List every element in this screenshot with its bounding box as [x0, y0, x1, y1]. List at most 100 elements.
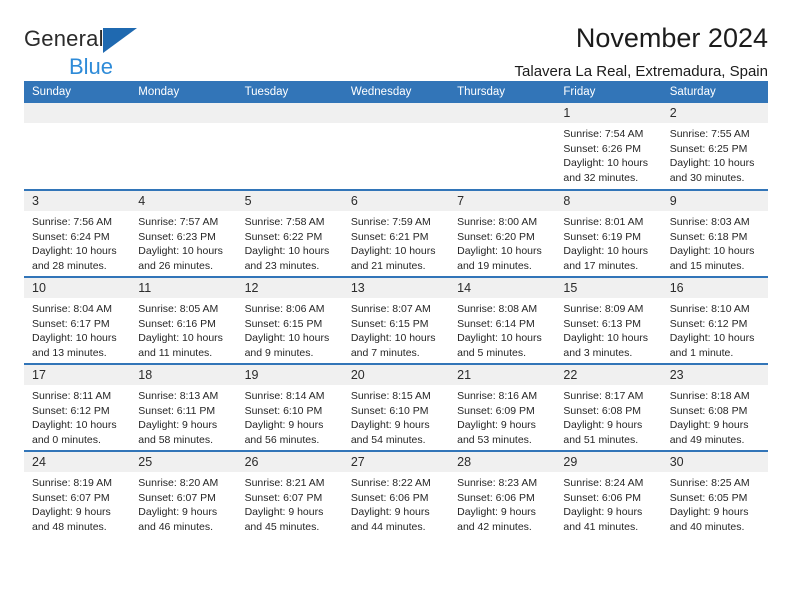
- day-info-line: and 46 minutes.: [138, 520, 213, 533]
- calendar-day-cell-11[interactable]: 11 Sunrise: 8:05 AM Sunset: 6:16 PM Dayligh…: [130, 276, 237, 364]
- day-info-line: Sunrise: 8:13 AM: [138, 390, 219, 402]
- day-info-line: Daylight: 9 hours: [669, 506, 749, 519]
- day-number: 3: [24, 191, 131, 211]
- calendar-day-cell-4[interactable]: 4 Sunrise: 7:57 AM Sunset: 6:23 PM Daylight…: [130, 189, 237, 277]
- page-subtitle: Talavera La Real, Extremadura, Spain: [514, 62, 768, 80]
- calendar-day-cell-15[interactable]: 15 Sunrise: 8:09 AM Sunset: 6:13 PM Dayligh…: [555, 276, 662, 364]
- calendar-day-cell-23[interactable]: 23 Sunrise: 8:18 AM Sunset: 6:08 PM Dayligh…: [661, 363, 768, 451]
- calendar-body: 1 Sunrise: 7:54 AM Sunset: 6:26 PM Daylight…: [24, 103, 768, 538]
- day-cell-inner: [24, 103, 131, 189]
- day-number: 15: [555, 278, 662, 298]
- day-cell-inner: 6 Sunrise: 7:59 AM Sunset: 6:21 PM Daylight…: [342, 191, 450, 276]
- calendar-day-cell-17[interactable]: 17 Sunrise: 8:11 AM Sunset: 6:12 PM Dayligh…: [24, 363, 131, 451]
- calendar-day-cell-1[interactable]: 1 Sunrise: 7:54 AM Sunset: 6:26 PM Daylight…: [555, 103, 662, 190]
- day-number: 25: [130, 452, 237, 472]
- day-number: 27: [342, 452, 450, 472]
- day-sun-info: [237, 123, 343, 127]
- day-cell-inner: 18 Sunrise: 8:13 AM Sunset: 6:11 PM Dayligh…: [130, 365, 237, 450]
- day-info-line: Sunrise: 7:56 AM: [32, 216, 112, 228]
- calendar-day-cell-22[interactable]: 22 Sunrise: 8:17 AM Sunset: 6:08 PM Dayligh…: [555, 363, 662, 451]
- day-info-line: and 1 minute.: [669, 346, 734, 359]
- calendar-day-cell-2[interactable]: 2 Sunrise: 7:55 AM Sunset: 6:25 PM Daylight…: [661, 103, 768, 190]
- day-sun-info: Sunrise: 8:14 AM Sunset: 6:10 PM Daylight:…: [237, 385, 343, 447]
- day-info-line: Sunset: 6:23 PM: [138, 230, 216, 243]
- day-info-line: Daylight: 10 hours: [244, 332, 330, 345]
- calendar-day-cell-25[interactable]: 25 Sunrise: 8:20 AM Sunset: 6:07 PM Dayligh…: [130, 450, 237, 538]
- day-number: 30: [661, 452, 768, 472]
- day-info-line: Sunrise: 7:54 AM: [563, 128, 644, 140]
- day-cell-inner: [449, 103, 556, 189]
- calendar-day-cell-10[interactable]: 10 Sunrise: 8:04 AM Sunset: 6:17 PM Dayligh…: [24, 276, 131, 364]
- day-info-line: Daylight: 9 hours: [457, 419, 536, 432]
- day-number: 12: [236, 278, 343, 298]
- day-info-line: Sunrise: 7:57 AM: [138, 216, 219, 228]
- weekday-header-saturday: Saturday: [661, 81, 768, 103]
- day-info-line: Sunset: 6:12 PM: [32, 404, 110, 417]
- calendar-cell-empty: [236, 103, 343, 190]
- calendar-day-cell-13[interactable]: 13 Sunrise: 8:07 AM Sunset: 6:15 PM Dayligh…: [342, 276, 450, 364]
- calendar-day-cell-7[interactable]: 7 Sunrise: 8:00 AM Sunset: 6:20 PM Daylight…: [449, 189, 556, 277]
- day-info-line: Sunset: 6:07 PM: [32, 491, 110, 504]
- day-info-line: Sunset: 6:15 PM: [350, 317, 429, 330]
- calendar-day-cell-16[interactable]: 16 Sunrise: 8:10 AM Sunset: 6:12 PM Dayligh…: [661, 276, 768, 364]
- calendar-cell-empty: [449, 103, 556, 190]
- logo-generalblue[interactable]: General Blue: [24, 24, 214, 78]
- day-sun-info: Sunrise: 8:08 AM Sunset: 6:14 PM Daylight:…: [449, 298, 555, 360]
- calendar-day-cell-5[interactable]: 5 Sunrise: 7:58 AM Sunset: 6:22 PM Daylight…: [236, 189, 343, 277]
- day-cell-inner: 23 Sunrise: 8:18 AM Sunset: 6:08 PM Dayligh…: [661, 365, 768, 450]
- calendar-day-cell-8[interactable]: 8 Sunrise: 8:01 AM Sunset: 6:19 PM Daylight…: [555, 189, 662, 277]
- day-info-line: Daylight: 10 hours: [669, 332, 755, 345]
- day-info-line: Sunset: 6:16 PM: [138, 317, 216, 330]
- calendar-day-cell-27[interactable]: 27 Sunrise: 8:22 AM Sunset: 6:06 PM Dayligh…: [342, 450, 450, 538]
- calendar-day-cell-14[interactable]: 14 Sunrise: 8:08 AM Sunset: 6:14 PM Dayligh…: [449, 276, 556, 364]
- day-info-line: Sunset: 6:06 PM: [457, 491, 535, 504]
- calendar-day-cell-29[interactable]: 29 Sunrise: 8:24 AM Sunset: 6:06 PM Dayligh…: [555, 450, 662, 538]
- day-cell-inner: 11 Sunrise: 8:05 AM Sunset: 6:16 PM Dayligh…: [130, 278, 237, 363]
- day-sun-info: Sunrise: 8:18 AM Sunset: 6:08 PM Daylight:…: [662, 385, 768, 447]
- day-sun-info: [130, 123, 236, 127]
- day-info-line: and 40 minutes.: [669, 520, 745, 533]
- day-number: [236, 103, 343, 123]
- day-info-line: Sunset: 6:09 PM: [457, 404, 535, 417]
- calendar-day-cell-12[interactable]: 12 Sunrise: 8:06 AM Sunset: 6:15 PM Dayligh…: [236, 276, 343, 364]
- day-info-line: Sunrise: 8:25 AM: [669, 477, 750, 489]
- calendar-day-cell-21[interactable]: 21 Sunrise: 8:16 AM Sunset: 6:09 PM Dayligh…: [449, 363, 556, 451]
- day-number: 17: [24, 365, 131, 385]
- day-info-line: Sunset: 6:10 PM: [350, 404, 429, 417]
- day-cell-inner: 27 Sunrise: 8:22 AM Sunset: 6:06 PM Dayligh…: [342, 452, 450, 538]
- day-info-line: Sunset: 6:12 PM: [669, 317, 748, 330]
- day-number: 6: [342, 191, 450, 211]
- calendar-day-cell-3[interactable]: 3 Sunrise: 7:56 AM Sunset: 6:24 PM Daylight…: [24, 189, 131, 277]
- day-cell-inner: 28 Sunrise: 8:23 AM Sunset: 6:06 PM Dayligh…: [449, 452, 556, 538]
- calendar-day-cell-30[interactable]: 30 Sunrise: 8:25 AM Sunset: 6:05 PM Dayligh…: [661, 450, 768, 538]
- page-title: November 2024: [575, 23, 768, 53]
- day-sun-info: Sunrise: 7:59 AM Sunset: 6:21 PM Daylight:…: [343, 211, 449, 273]
- day-info-line: Daylight: 10 hours: [669, 245, 755, 258]
- day-cell-inner: 1 Sunrise: 7:54 AM Sunset: 6:26 PM Daylight…: [555, 103, 662, 189]
- calendar-day-cell-26[interactable]: 26 Sunrise: 8:21 AM Sunset: 6:07 PM Dayligh…: [236, 450, 343, 538]
- day-info-line: Sunset: 6:17 PM: [32, 317, 110, 330]
- day-info-line: Daylight: 10 hours: [563, 332, 649, 345]
- calendar-day-cell-20[interactable]: 20 Sunrise: 8:15 AM Sunset: 6:10 PM Dayligh…: [342, 363, 450, 451]
- day-info-line: Daylight: 10 hours: [244, 245, 330, 258]
- calendar-day-cell-19[interactable]: 19 Sunrise: 8:14 AM Sunset: 6:10 PM Dayligh…: [236, 363, 343, 451]
- day-cell-inner: 10 Sunrise: 8:04 AM Sunset: 6:17 PM Dayligh…: [24, 278, 131, 363]
- day-info-line: Sunset: 6:05 PM: [669, 491, 748, 504]
- day-number: 18: [130, 365, 237, 385]
- calendar-day-cell-24[interactable]: 24 Sunrise: 8:19 AM Sunset: 6:07 PM Dayligh…: [24, 450, 131, 538]
- calendar-day-cell-28[interactable]: 28 Sunrise: 8:23 AM Sunset: 6:06 PM Dayligh…: [449, 450, 556, 538]
- calendar-day-cell-6[interactable]: 6 Sunrise: 7:59 AM Sunset: 6:21 PM Daylight…: [342, 189, 450, 277]
- day-info-line: and 26 minutes.: [138, 259, 213, 272]
- day-info-line: Sunrise: 8:23 AM: [457, 477, 538, 489]
- calendar-day-cell-9[interactable]: 9 Sunrise: 8:03 AM Sunset: 6:18 PM Daylight…: [661, 189, 768, 277]
- day-number: 1: [555, 103, 662, 123]
- day-info-line: Sunrise: 7:59 AM: [350, 216, 431, 228]
- calendar-week-row: 17 Sunrise: 8:11 AM Sunset: 6:12 PM Dayligh…: [24, 363, 768, 451]
- day-sun-info: [343, 123, 449, 127]
- calendar-day-cell-18[interactable]: 18 Sunrise: 8:13 AM Sunset: 6:11 PM Dayligh…: [130, 363, 237, 451]
- day-cell-inner: 29 Sunrise: 8:24 AM Sunset: 6:06 PM Dayligh…: [555, 452, 662, 538]
- calendar-week-row: 3 Sunrise: 7:56 AM Sunset: 6:24 PM Daylight…: [24, 189, 768, 277]
- day-cell-inner: 8 Sunrise: 8:01 AM Sunset: 6:19 PM Daylight…: [555, 191, 662, 276]
- day-cell-inner: [236, 103, 343, 189]
- day-cell-inner: 12 Sunrise: 8:06 AM Sunset: 6:15 PM Dayligh…: [236, 278, 343, 363]
